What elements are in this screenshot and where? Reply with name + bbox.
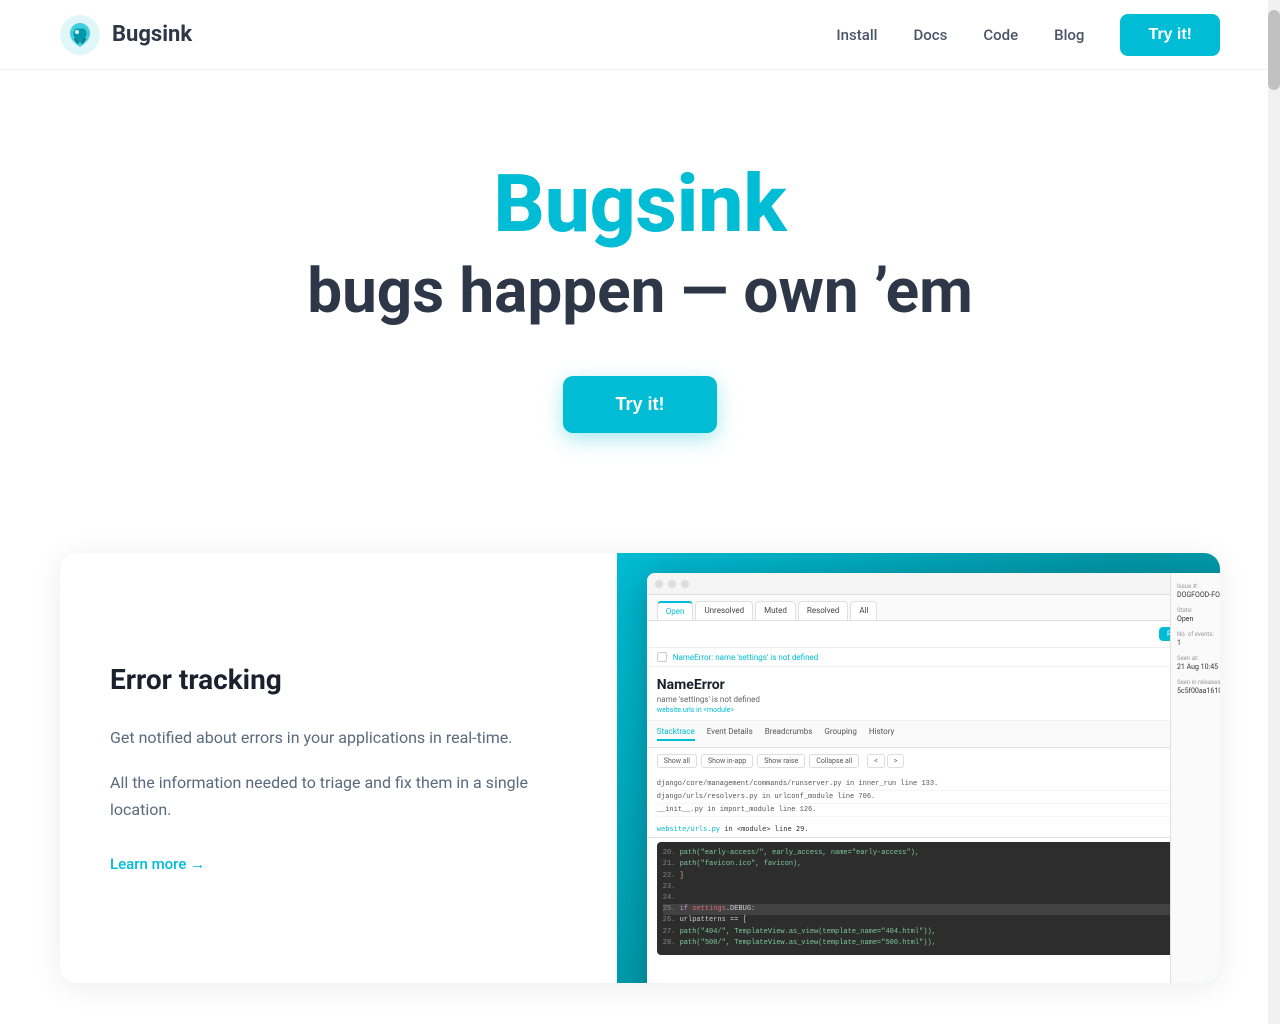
mock-sidebar: Issue #: DOGFOOD-FOR-B... State: Open No… <box>1170 573 1220 983</box>
mock-detail-tab-breadcrumbs[interactable]: Breadcrumbs <box>765 727 813 741</box>
mock-issue-name-link[interactable]: NameError: name 'settings' is not define… <box>673 653 818 662</box>
feature-screenshot: Open Unresolved Muted Resolved All Resol… <box>617 553 1220 983</box>
mock-collapse-all-btn[interactable]: Collapse all <box>809 754 859 768</box>
mock-code-line-25: 25. if settings.DEBUG: <box>663 904 1220 915</box>
nav-links: Install Docs Code Blog Try it! <box>836 14 1220 56</box>
nav-docs-link[interactable]: Docs <box>913 26 947 44</box>
mock-sidebar-events: No. of events: 1 <box>1177 631 1220 647</box>
mock-sidebar-release: Seen in releases: 5c5f00aa1610... <box>1177 679 1220 695</box>
feature-title: Error tracking <box>110 663 567 696</box>
mock-next-btn[interactable]: > <box>887 754 905 768</box>
mock-error-location: website.urls in <module> <box>657 706 1220 714</box>
mock-error-name: NameError <box>657 677 1220 693</box>
mock-detail-tabs: Stacktrace Event Details Breadcrumbs Gro… <box>647 721 1220 748</box>
mock-detail-tab-grouping[interactable]: Grouping <box>824 727 856 741</box>
mock-sidebar-release-val: 5c5f00aa1610... <box>1177 687 1220 695</box>
hero-subtitle: bugs happen — own ’em <box>60 258 1220 326</box>
mock-sidebar-events-label: No. of events: <box>1177 631 1220 638</box>
feature-section: Error tracking Get notified about errors… <box>60 553 1220 983</box>
mock-code-line-24: 24. <box>663 893 1220 904</box>
mock-browser: Open Unresolved Muted Resolved All Resol… <box>647 573 1220 983</box>
mock-prev-btn[interactable]: < <box>867 754 885 768</box>
brand[interactable]: Bugsink <box>60 15 192 55</box>
mock-issue-header: NameError name 'settings' is not defined… <box>647 667 1220 721</box>
hero-cta-button[interactable]: Try it! <box>563 376 716 433</box>
mock-code-line-22: 22. ] <box>663 871 1220 882</box>
mock-trace-line-3: __init__.py in import_module line 126. <box>657 804 1220 817</box>
nav-code-link[interactable]: Code <box>983 26 1018 44</box>
navigation: Bugsink Install Docs Code Blog Try it! <box>0 0 1280 70</box>
mock-code-module: in <module> line 29. <box>724 825 808 833</box>
feature-desc-2: All the information needed to triage and… <box>110 769 567 823</box>
mock-show-all-btn[interactable]: Show all <box>657 754 697 768</box>
mock-actions: Show all Show in-app Show raise Collapse… <box>647 748 1220 774</box>
brand-logo-icon <box>60 15 100 55</box>
mock-code-line-26: 26. urlpatterns == [ <box>663 915 1220 926</box>
mock-show-raise-btn[interactable]: Show raise <box>757 754 805 768</box>
mock-tab-resolved[interactable]: Resolved <box>798 601 848 620</box>
mock-trace: django/core/management/commands/runserve… <box>647 774 1220 821</box>
feature-learn-more-link[interactable]: Learn more → <box>110 855 567 873</box>
mock-sidebar-state: State: Open <box>1177 607 1220 623</box>
mock-error-desc: name 'settings' is not defined <box>657 695 1220 704</box>
mock-trace-line-2: django/urls/resolvers.py in urlconf_modu… <box>657 791 1220 804</box>
mock-code-block: 20. path("early-access/", early_access, … <box>657 842 1220 955</box>
mock-sidebar-issue-val: DOGFOOD-FOR-B... <box>1177 591 1220 599</box>
brand-text: Bugsink <box>112 22 192 47</box>
mock-tab-open[interactable]: Open <box>657 601 694 620</box>
mock-sidebar-issue-label: Issue #: <box>1177 583 1220 590</box>
mock-sidebar-seen-label: Seen at: <box>1177 655 1220 662</box>
mock-sidebar-seen: Seen at: 21 Aug 10:45 CE... <box>1177 655 1220 671</box>
mock-code-line-23: 23. <box>663 882 1220 893</box>
mock-code-line-27: 27. path("404/", TemplateView.as_view(te… <box>663 927 1220 938</box>
mock-detail-tab-history[interactable]: History <box>869 727 894 741</box>
mock-sidebar-seen-val: 21 Aug 10:45 CE... <box>1177 663 1220 671</box>
mock-sidebar-state-label: State: <box>1177 607 1220 614</box>
hero-section: Bugsink bugs happen — own ’em Try it! <box>0 70 1280 493</box>
mock-issue-tabs: Open Unresolved Muted Resolved All <box>647 595 1220 621</box>
mock-sidebar-release-label: Seen in releases: <box>1177 679 1220 686</box>
mock-code-line-28: 28. path("500/", TemplateView.as_view(te… <box>663 938 1220 949</box>
mock-toolbar: Resolved in next release <box>647 621 1220 648</box>
page-scrollbar[interactable] <box>1268 0 1280 1024</box>
mock-code-line-21: 21. path("favicon.ico", favicon), <box>663 859 1220 870</box>
mock-detail-tab-stacktrace[interactable]: Stacktrace <box>657 727 695 741</box>
scrollbar-thumb[interactable] <box>1268 10 1280 90</box>
nav-install-link[interactable]: Install <box>836 26 877 44</box>
mock-tab-muted[interactable]: Muted <box>755 601 796 620</box>
hero-brand-title: Bugsink <box>60 160 1220 248</box>
mock-tab-all[interactable]: All <box>850 601 877 620</box>
feature-desc-1: Get notified about errors in your applic… <box>110 724 567 751</box>
mock-tab-unresolved[interactable]: Unresolved <box>695 601 753 620</box>
nav-blog-link[interactable]: Blog <box>1054 26 1084 44</box>
nav-try-button[interactable]: Try it! <box>1120 14 1220 56</box>
mock-sidebar-state-val: Open <box>1177 615 1193 623</box>
mock-sidebar-events-val: 1 <box>1177 639 1181 647</box>
feature-content: Error tracking Get notified about errors… <box>60 553 617 983</box>
mock-code-line-20: 20. path("early-access/", early_access, … <box>663 848 1220 859</box>
mock-show-inapp-btn[interactable]: Show in-app <box>701 754 753 768</box>
mock-trace-line-1: django/core/management/commands/runserve… <box>657 778 1220 791</box>
mock-detail-tab-events[interactable]: Event Details <box>707 727 753 741</box>
mock-code-file: website/urls.py <box>657 825 720 833</box>
mock-sidebar-issue: Issue #: DOGFOOD-FOR-B... <box>1177 583 1220 599</box>
